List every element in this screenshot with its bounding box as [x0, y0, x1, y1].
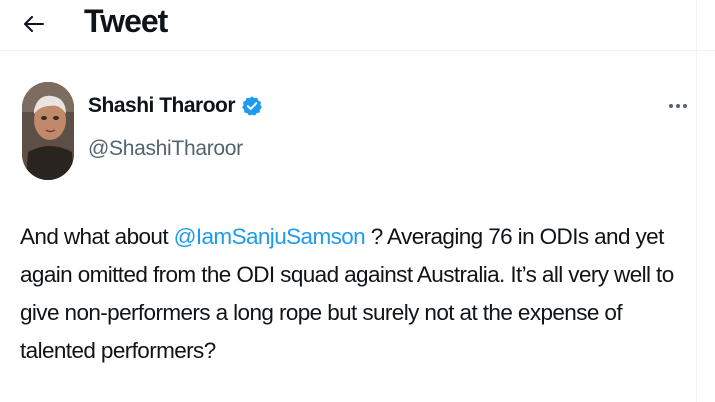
author-name[interactable]: Shashi Tharoor [88, 94, 236, 118]
more-options-button[interactable] [666, 96, 690, 116]
arrow-left-icon [24, 16, 44, 32]
author-name-row: Shashi Tharoor [88, 94, 263, 118]
back-button[interactable] [18, 8, 50, 40]
tweet-page: Tweet Shashi Tharoor @ShashiTharoor And … [0, 0, 715, 402]
author-handle[interactable]: @ShashiTharoor [88, 137, 243, 161]
top-bar: Tweet [0, 0, 715, 51]
page-title: Tweet [84, 3, 168, 39]
profile-photo [22, 82, 74, 180]
mention-link[interactable]: @IamSanjuSamson [174, 224, 366, 249]
avatar[interactable] [22, 82, 74, 180]
more-horizontal-icon [669, 104, 687, 108]
tweet-author: Shashi Tharoor @ShashiTharoor [20, 80, 710, 180]
tweet-text-part-1: And what about [20, 224, 174, 249]
column-divider [696, 0, 697, 402]
tweet-text: And what about @IamSanjuSamson ? Averagi… [20, 218, 692, 370]
verified-badge-icon [242, 96, 262, 116]
